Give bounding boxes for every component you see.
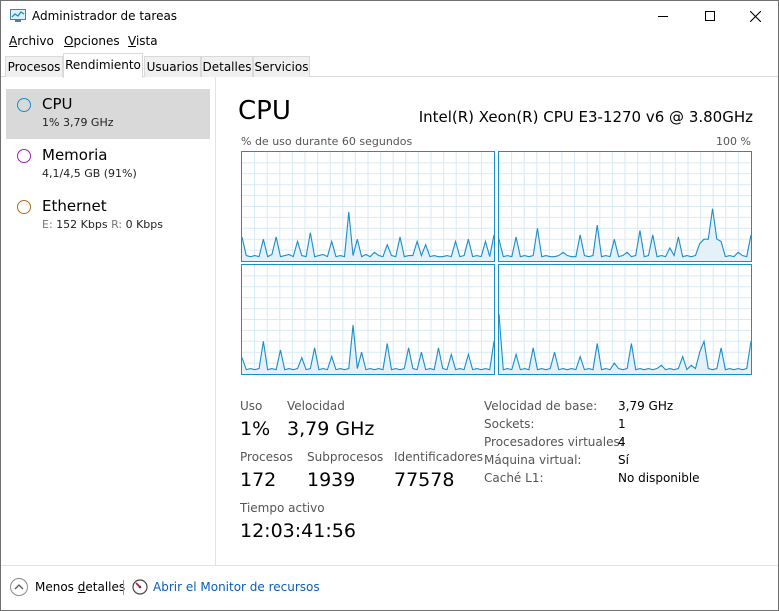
tab-detalles[interactable]: Detalles bbox=[201, 56, 253, 77]
close-icon bbox=[749, 10, 761, 22]
resource-name-cpu: CPU bbox=[42, 95, 73, 113]
usage-value: 1% bbox=[240, 418, 271, 440]
tab-usuarios[interactable]: Usuarios bbox=[144, 56, 201, 77]
cpu-core-graph-2-plot bbox=[242, 265, 494, 374]
ethernet-send-label: E: bbox=[42, 218, 53, 231]
graph-max-label: 100 % bbox=[716, 135, 751, 148]
cpu-core-graph-0-plot bbox=[242, 152, 494, 261]
page-title: CPU bbox=[238, 96, 291, 126]
spec-value-l1-cache: No disponible bbox=[618, 471, 700, 485]
spec-value-base-speed: 3,79 GHz bbox=[618, 399, 674, 413]
ethernet-send-value: 152 Kbps bbox=[56, 218, 108, 231]
resource-monitor-icon[interactable] bbox=[132, 579, 148, 595]
minimize-button[interactable] bbox=[640, 1, 686, 31]
resource-list: CPU 1% 3,79 GHz Memoria 4,1/4,5 GB (91%)… bbox=[1, 77, 216, 565]
resource-item-memoria[interactable]: Memoria 4,1/4,5 GB (91%) bbox=[6, 140, 210, 190]
tab-procesos[interactable]: Procesos bbox=[5, 56, 63, 77]
resource-item-cpu[interactable]: CPU 1% 3,79 GHz bbox=[6, 89, 210, 139]
resource-sub-ethernet: E: 152 Kbps R: 0 Kbps bbox=[42, 218, 163, 231]
minimize-icon bbox=[658, 16, 668, 17]
title-bar[interactable]: Administrador de tareas bbox=[1, 1, 778, 32]
threads-label: Subprocesos bbox=[307, 450, 384, 464]
resource-name-memoria: Memoria bbox=[42, 146, 108, 164]
spec-value-virtual-machine: Sí bbox=[618, 453, 629, 467]
resource-sub-memoria: 4,1/4,5 GB (91%) bbox=[42, 167, 137, 180]
task-manager-icon bbox=[10, 9, 26, 22]
cpu-core-graph-0[interactable] bbox=[241, 151, 495, 262]
menu-opciones-label: pciones bbox=[73, 34, 120, 48]
cpu-core-graph-3-plot bbox=[499, 265, 751, 374]
resource-sub-cpu: 1% 3,79 GHz bbox=[42, 116, 114, 129]
task-manager-window: Administrador de tareas Archivo Opciones… bbox=[0, 0, 779, 611]
threads-value: 1939 bbox=[307, 469, 356, 491]
handles-label: Identificadores bbox=[394, 450, 483, 464]
spec-label-sockets: Sockets: bbox=[484, 417, 535, 431]
tab-servicios[interactable]: Servicios bbox=[253, 56, 310, 77]
memory-circle-icon bbox=[17, 149, 31, 163]
resource-name-ethernet: Ethernet bbox=[42, 197, 107, 215]
spec-value-sockets: 1 bbox=[618, 417, 626, 431]
fewer-details-label: Menos bbox=[35, 580, 78, 594]
graph-caption: % de uso durante 60 segundos bbox=[241, 135, 413, 148]
speed-value: 3,79 GHz bbox=[287, 418, 375, 440]
cpu-model: Intel(R) Xeon(R) CPU E3-1270 v6 @ 3.80GH… bbox=[418, 108, 753, 126]
speed-label: Velocidad bbox=[287, 399, 345, 413]
maximize-icon bbox=[705, 11, 715, 21]
window-title: Administrador de tareas bbox=[32, 9, 178, 23]
menu-archivo-label: rchivo bbox=[17, 34, 54, 48]
cpu-circle-icon bbox=[17, 98, 31, 112]
ethernet-receive-label: R: bbox=[111, 218, 123, 231]
spec-value-virtual-processors: 4 bbox=[618, 435, 626, 449]
spec-label-l1-cache: Caché L1: bbox=[484, 471, 544, 485]
tab-strip: Procesos Rendimiento Usuarios Detalles S… bbox=[1, 52, 778, 78]
menu-opciones[interactable]: Opciones bbox=[64, 34, 120, 48]
usage-label: Uso bbox=[240, 399, 263, 413]
cpu-core-graph-1[interactable] bbox=[498, 151, 752, 262]
menu-archivo-mnemonic: A bbox=[9, 34, 18, 48]
resource-item-ethernet[interactable]: Ethernet E: 152 Kbps R: 0 Kbps bbox=[6, 191, 210, 241]
uptime-label: Tiempo activo bbox=[240, 501, 325, 515]
close-button[interactable] bbox=[732, 1, 778, 31]
cpu-core-graph-1-plot bbox=[499, 152, 751, 261]
cpu-core-graph-2[interactable] bbox=[241, 264, 495, 375]
divider bbox=[123, 580, 124, 595]
tab-rendimiento[interactable]: Rendimiento bbox=[63, 53, 143, 78]
fewer-details-label-rest: etalles bbox=[85, 580, 126, 594]
menu-vista[interactable]: Vista bbox=[128, 34, 158, 48]
spec-label-base-speed: Velocidad de base: bbox=[484, 399, 598, 413]
menu-vista-mnemonic: V bbox=[128, 34, 136, 48]
processes-label: Procesos bbox=[240, 450, 293, 464]
spec-label-virtual-processors: Procesadores virtuales: bbox=[484, 435, 624, 449]
menu-vista-label: ista bbox=[135, 34, 158, 48]
menu-bar: Archivo Opciones Vista bbox=[1, 32, 778, 52]
handles-value: 77578 bbox=[394, 469, 455, 491]
ethernet-receive-value: 0 Kbps bbox=[125, 218, 163, 231]
open-resource-monitor-link[interactable]: Abrir el Monitor de recursos bbox=[153, 580, 320, 594]
fewer-details-button[interactable]: Menos detalles bbox=[35, 580, 125, 594]
chevron-up-icon[interactable] bbox=[10, 578, 28, 596]
menu-archivo[interactable]: Archivo bbox=[9, 34, 54, 48]
bottom-bar: Menos detalles Abrir el Monitor de recur… bbox=[1, 565, 778, 610]
maximize-button[interactable] bbox=[687, 1, 733, 31]
spec-label-virtual-machine: Máquina virtual: bbox=[484, 453, 582, 467]
uptime-value: 12:03:41:56 bbox=[240, 520, 356, 542]
cpu-core-graph-3[interactable] bbox=[498, 264, 752, 375]
ethernet-circle-icon bbox=[17, 200, 31, 214]
processes-value: 172 bbox=[240, 469, 277, 491]
